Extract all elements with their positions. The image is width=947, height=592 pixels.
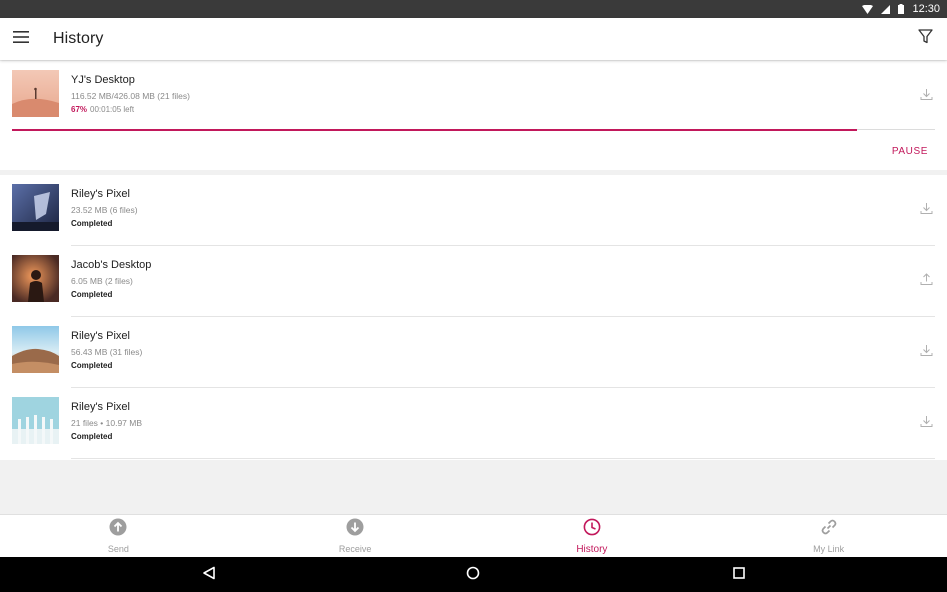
transfer-progress-text: 67% 00:01:05 left	[71, 105, 134, 114]
list-item[interactable]: Riley's Pixel 21 files • 10.97 MB Comple…	[0, 388, 947, 459]
transfer-thumbnail	[12, 397, 59, 444]
progress-bar-fill	[12, 128, 857, 131]
download-icon	[920, 202, 933, 215]
nav-receive[interactable]: Receive	[237, 515, 474, 557]
download-icon	[920, 344, 933, 357]
list-item[interactable]: Riley's Pixel 23.52 MB (6 files) Complet…	[0, 175, 947, 246]
clock-icon	[583, 518, 601, 541]
transfer-thumbnail	[12, 255, 59, 302]
transfer-name: Jacob's Desktop	[71, 259, 152, 271]
receive-icon	[346, 518, 364, 541]
transfer-name: YJ's Desktop	[71, 74, 135, 86]
download-icon	[920, 415, 933, 428]
transfer-status: Completed	[71, 219, 113, 228]
filter-button[interactable]	[913, 27, 937, 51]
battery-icon	[898, 4, 905, 14]
bottom-navigation: Send Receive History My Link	[0, 514, 947, 557]
nav-my-link[interactable]: My Link	[710, 515, 947, 557]
page-title: History	[53, 30, 104, 47]
progress-percent: 67%	[71, 105, 88, 114]
recents-button[interactable]	[730, 566, 748, 584]
transfer-thumbnail	[12, 70, 59, 117]
list-item[interactable]: Jacob's Desktop 6.05 MB (2 files) Comple…	[0, 246, 947, 317]
row-divider	[71, 458, 935, 459]
transfer-size: 21 files • 10.97 MB	[71, 418, 143, 428]
send-icon	[109, 518, 127, 541]
filter-icon	[917, 29, 933, 49]
home-icon	[466, 566, 480, 585]
nav-receive-label: Receive	[338, 544, 372, 554]
time-left: 00:01:05 left	[90, 105, 135, 114]
transfer-size: 56.43 MB (31 files)	[71, 347, 143, 357]
transfer-thumbnail	[12, 326, 59, 373]
nav-send-label: Send	[107, 544, 129, 554]
transfer-status: Completed	[71, 361, 113, 370]
system-navigation-bar	[0, 557, 947, 592]
app-bar: History	[0, 18, 947, 60]
transfer-name: Riley's Pixel	[71, 330, 130, 342]
back-icon	[202, 566, 216, 585]
list-item[interactable]: Riley's Pixel 56.43 MB (31 files) Comple…	[0, 317, 947, 388]
active-transfer-card[interactable]: YJ's Desktop 116.52 MB/426.08 MB (21 fil…	[0, 61, 947, 170]
progress-bar	[12, 128, 935, 131]
recents-icon	[732, 566, 746, 585]
menu-button[interactable]	[0, 18, 42, 60]
back-button[interactable]	[200, 566, 218, 584]
nav-history[interactable]: History	[474, 515, 711, 557]
hamburger-icon	[13, 30, 29, 48]
transfer-status: Completed	[71, 290, 113, 299]
transfer-name: Riley's Pixel	[71, 401, 130, 413]
clock-time: 12:30	[912, 3, 940, 15]
transfer-size: 116.52 MB/426.08 MB (21 files)	[71, 91, 190, 101]
signal-icon	[881, 4, 891, 14]
nav-history-label: History	[576, 543, 608, 555]
transfer-name: Riley's Pixel	[71, 188, 130, 200]
upload-icon	[920, 273, 933, 286]
pause-button[interactable]: PAUSE	[892, 146, 928, 157]
transfer-thumbnail	[12, 184, 59, 231]
nav-my-link-label: My Link	[813, 544, 845, 554]
transfer-size: 23.52 MB (6 files)	[71, 205, 138, 215]
home-button[interactable]	[464, 566, 482, 584]
wifi-icon	[862, 4, 874, 14]
nav-send[interactable]: Send	[0, 515, 237, 557]
status-bar: 12:30	[0, 0, 947, 18]
transfer-size: 6.05 MB (2 files)	[71, 276, 133, 286]
download-icon	[920, 88, 933, 101]
transfer-status: Completed	[71, 432, 113, 441]
transfer-list: Riley's Pixel 23.52 MB (6 files) Complet…	[0, 175, 947, 460]
link-icon	[820, 518, 838, 541]
